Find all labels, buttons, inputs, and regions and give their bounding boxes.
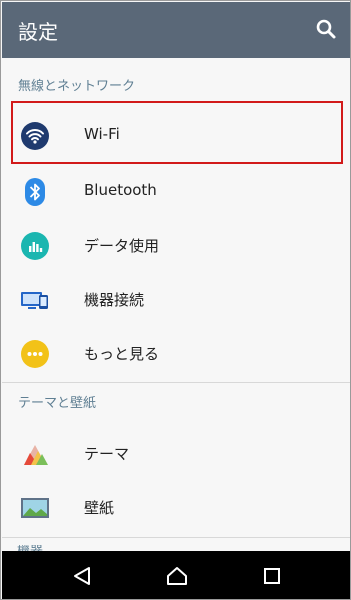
settings-item-wallpaper[interactable]: 壁紙 [2, 480, 350, 534]
wallpaper-icon [21, 498, 49, 518]
settings-item-device-connection[interactable]: 機器接続 [2, 272, 350, 326]
home-icon [167, 567, 187, 585]
more-icon [21, 340, 49, 368]
section-divider [2, 537, 350, 538]
settings-item-bluetooth[interactable]: Bluetooth [2, 164, 350, 218]
settings-item-more[interactable]: もっと見る [2, 326, 350, 380]
section-header-theme: テーマと壁紙 [18, 396, 97, 411]
wifi-highlight-box [11, 101, 343, 164]
recents-button[interactable] [260, 564, 284, 588]
section-divider [2, 382, 350, 383]
settings-item-label: もっと見る [84, 345, 160, 363]
home-button[interactable] [165, 564, 189, 588]
page-title: 設定 [18, 20, 58, 44]
settings-item-label: 壁紙 [84, 499, 115, 517]
settings-item-theme[interactable]: テーマ [2, 426, 350, 480]
screen: 設定 無線とネットワーク Wi-Fi Bluetooth データ使用 機器接続 … [0, 0, 351, 600]
data-usage-icon [21, 232, 49, 260]
navigation-bar [2, 551, 350, 599]
settings-item-label: 機器接続 [84, 291, 145, 309]
search-icon [316, 19, 336, 39]
device-connection-icon [21, 292, 48, 309]
settings-item-label: データ使用 [84, 237, 160, 255]
section-header-wireless: 無線とネットワーク [18, 79, 136, 94]
app-bar: 設定 [2, 2, 350, 58]
bluetooth-icon [25, 178, 45, 206]
theme-icon [24, 445, 48, 465]
settings-item-label: テーマ [84, 445, 130, 463]
settings-item-data-usage[interactable]: データ使用 [2, 218, 350, 272]
back-button[interactable] [70, 564, 94, 588]
settings-item-label: Bluetooth [84, 181, 157, 199]
search-button[interactable] [313, 16, 339, 42]
recents-icon [264, 568, 280, 584]
back-icon [74, 567, 90, 585]
